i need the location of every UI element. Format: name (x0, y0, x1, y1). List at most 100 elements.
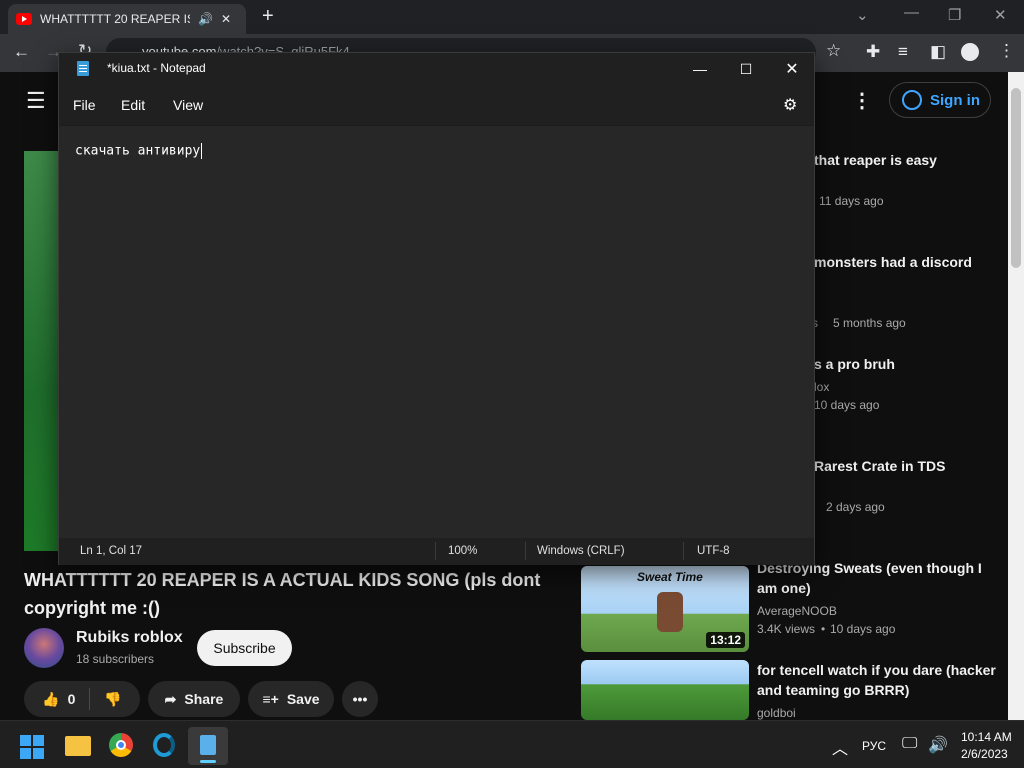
extensions-icon[interactable]: ✚ (866, 42, 880, 62)
notepad-text-area[interactable]: скачать антивиру (59, 125, 814, 538)
rec-channel: goldboi (757, 706, 796, 720)
rec-meta: 10 days ago (814, 398, 880, 412)
notepad-menubar: File Edit View ⚙ (59, 85, 814, 125)
rec-channel: lox (814, 380, 830, 394)
browser-tab-strip: WHATTTTTT 20 REAPER IS A 🔊 ✕ + ⌄ — ❐ ✕ (0, 0, 1024, 34)
start-tile (20, 748, 31, 759)
rec-meta: 2 days ago (826, 500, 885, 514)
divider (525, 542, 526, 560)
video-duration: 13:12 (706, 632, 745, 648)
menu-edit[interactable]: Edit (121, 97, 145, 113)
windows-taskbar: ︿ РУС 🖵 🔊 10:14 AM 2/6/2023 (0, 720, 1024, 768)
side-panel-icon[interactable]: ◧ (930, 42, 946, 62)
tab-search-icon[interactable]: ⌄ (856, 6, 869, 24)
cursor-position: Ln 1, Col 17 (80, 545, 143, 557)
tab-close-icon[interactable]: ✕ (221, 12, 231, 26)
start-windows-icon[interactable] (20, 735, 44, 759)
save-button[interactable]: ≡+ Save (248, 681, 334, 717)
start-tile (33, 735, 44, 746)
clock-time[interactable]: 10:14 AM (961, 730, 1012, 744)
hamburger-menu-icon[interactable]: ☰ (26, 88, 46, 114)
language-indicator[interactable]: РУС (862, 739, 886, 753)
rec-meta: • (821, 622, 826, 636)
minimize-icon[interactable]: — (904, 4, 919, 21)
divider (89, 688, 91, 710)
subscribe-button[interactable]: Subscribe (197, 630, 292, 666)
scrollbar-thumb[interactable] (1011, 88, 1021, 268)
chrome-icon-center (116, 740, 126, 750)
active-indicator (200, 760, 216, 763)
profile-icon[interactable] (961, 43, 979, 61)
rec-views: 3.4K views (757, 622, 816, 636)
rec-channel: AverageNOOB (757, 604, 837, 618)
more-actions-button[interactable]: ••• (342, 681, 378, 717)
text-caret (201, 143, 203, 159)
video-title: WHATTTTTT 20 REAPER IS A ACTUAL KIDS SON… (24, 570, 541, 618)
menu-file[interactable]: File (73, 97, 96, 113)
network-icon[interactable]: 🖵 (902, 735, 917, 753)
restore-icon[interactable]: ❐ (948, 6, 961, 24)
channel-name[interactable]: Rubiks roblox (76, 629, 183, 647)
rec-meta: 11 days ago (819, 194, 884, 208)
zoom-level: 100% (448, 545, 478, 557)
rec-title[interactable]: for tencell watch if you dare (hacker an… (757, 660, 997, 700)
chrome-icon[interactable] (109, 733, 133, 757)
like-count[interactable]: 0 (68, 691, 76, 707)
subscriber-count: 18 subscribers (76, 652, 155, 666)
save-playlist-icon: ≡+ (262, 691, 279, 707)
rec-title[interactable]: Rarest Crate in TDS (814, 456, 945, 476)
notepad-close-icon[interactable]: ✕ (769, 57, 815, 81)
show-hidden-icons-icon[interactable]: ︿ (832, 735, 848, 759)
notepad-taskbar-button[interactable] (188, 727, 228, 765)
speaker-icon[interactable]: 🔊 (198, 12, 213, 26)
menu-view[interactable]: View (173, 97, 203, 113)
browser-tab-active[interactable]: WHATTTTTT 20 REAPER IS A 🔊 ✕ (8, 4, 246, 34)
volume-icon[interactable]: 🔊 (928, 735, 948, 755)
sign-in-button[interactable]: Sign in (889, 82, 991, 118)
notepad-title: *kiua.txt - Notepad (107, 61, 206, 75)
line-ending: Windows (CRLF) (537, 545, 625, 557)
account-icon (902, 90, 922, 110)
rec-title[interactable]: that reaper is easy (814, 150, 937, 170)
start-tile (33, 748, 44, 759)
divider (683, 542, 684, 560)
like-icon[interactable]: 👍 (42, 691, 59, 708)
share-icon: ➦ (164, 690, 177, 707)
like-dislike-group: 👍 0 👎 (24, 681, 140, 717)
rec-meta: 5 months ago (833, 316, 906, 330)
youtube-favicon-icon (16, 13, 32, 25)
notepad-statusbar: Ln 1, Col 17 100% Windows (CRLF) UTF-8 (59, 538, 814, 565)
notepad-titlebar[interactable]: *kiua.txt - Notepad — ☐ ✕ (59, 53, 814, 85)
ellipsis-icon: ••• (352, 691, 368, 707)
bookmark-star-icon[interactable]: ☆ (826, 41, 841, 61)
edge-like-app-icon[interactable] (153, 733, 175, 757)
back-icon[interactable]: ← (13, 42, 30, 62)
channel-avatar[interactable] (24, 628, 64, 668)
clock-date[interactable]: 2/6/2023 (961, 747, 1008, 761)
notepad-taskbar-icon (200, 735, 216, 755)
new-tab-icon[interactable]: + (262, 5, 274, 28)
rec-thumbnail[interactable]: Sweat Time 13:12 (581, 566, 749, 652)
close-icon[interactable]: ✕ (994, 6, 1007, 24)
dislike-icon[interactable]: 👎 (104, 691, 121, 708)
rec-title[interactable]: monsters had a discord (814, 252, 972, 272)
notepad-app-icon (77, 61, 89, 76)
more-options-icon[interactable]: ⋮ (852, 88, 872, 113)
start-tile (20, 735, 31, 746)
share-label: Share (184, 691, 224, 707)
rec-title[interactable]: s a pro bruh (814, 354, 895, 374)
file-explorer-icon[interactable] (65, 736, 91, 756)
notepad-minimize-icon[interactable]: — (677, 57, 723, 81)
share-button[interactable]: ➦ Share (148, 681, 240, 717)
encoding: UTF-8 (697, 545, 730, 557)
save-label: Save (286, 691, 320, 707)
settings-gear-icon[interactable]: ⚙ (783, 95, 797, 115)
media-control-icon[interactable]: ≡ (898, 42, 908, 62)
sign-in-label: Sign in (930, 91, 980, 109)
chrome-menu-icon[interactable]: ⋮ (998, 41, 1015, 61)
notepad-maximize-icon[interactable]: ☐ (723, 57, 769, 81)
rec-thumbnail[interactable] (581, 660, 749, 720)
rec-age: 10 days ago (830, 622, 896, 636)
notepad-content[interactable]: скачать антивиру (75, 143, 203, 159)
notepad-window: *kiua.txt - Notepad — ☐ ✕ File Edit View… (58, 52, 815, 565)
